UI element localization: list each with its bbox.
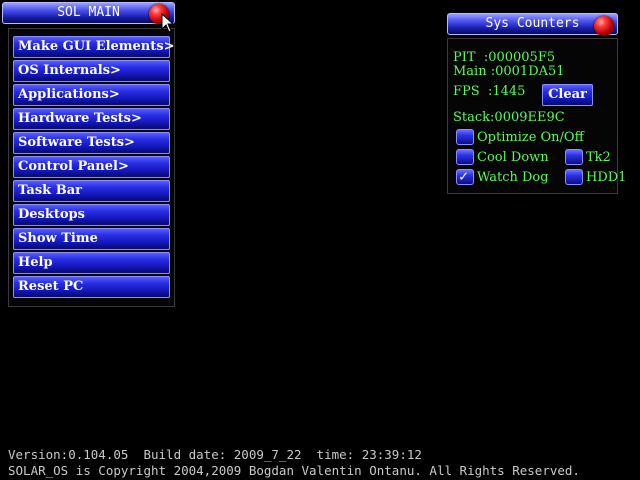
main-counter: Main :0001DA51 [453,64,565,79]
counters-window-title: Sys Counters [485,16,580,31]
menu-item-hardware-tests[interactable]: Hardware Tests> [13,108,170,130]
tk2-label: Tk2 [586,150,611,165]
menu-item-software-tests[interactable]: Software Tests> [13,132,170,154]
stack-counter: Stack:0009EE9C [453,110,565,125]
counters-window-titlebar[interactable]: Sys Counters [447,13,618,35]
clear-button[interactable]: Clear [542,84,593,106]
menu-item-help[interactable]: Help [13,252,170,274]
menu-item-reset-pc[interactable]: Reset PC [13,276,170,298]
cool-down-checkbox[interactable] [456,149,474,165]
menu-item-task-bar[interactable]: Task Bar [13,180,170,202]
copyright-notice: SOLAR_OS is Copyright 2004,2009 Bogdan V… [8,463,580,478]
fps-counter: FPS :1445 [453,84,526,99]
optimize-label: Optimize On/Off [477,130,584,145]
version-info: Version:0.104.05 Build date: 2009_7_22 t… [8,447,422,462]
tk2-checkbox[interactable] [565,149,583,165]
menu-item-os-internals[interactable]: OS Internals> [13,60,170,82]
cool-down-label: Cool Down [477,150,549,165]
optimize-checkbox[interactable] [456,129,474,145]
main-menu-window: Make GUI Elements> OS Internals> Applica… [8,28,175,307]
hdd1-checkbox[interactable] [565,169,583,185]
menu-item-control-panel[interactable]: Control Panel> [13,156,170,178]
counters-window-close-icon[interactable] [594,16,614,36]
main-window-title: SOL MAIN [57,5,120,20]
menu-item-show-time[interactable]: Show Time [13,228,170,250]
hdd1-label: HDD1 [586,170,627,185]
menu-item-applications[interactable]: Applications> [13,84,170,106]
watch-dog-label: Watch Dog [477,170,549,185]
checkmark-icon: ✓ [459,167,469,185]
mouse-pointer-icon [161,13,175,33]
menu-item-make-gui-elements[interactable]: Make GUI Elements> [13,36,174,58]
menu-item-desktops[interactable]: Desktops [13,204,170,226]
watch-dog-checkbox[interactable]: ✓ [456,167,474,185]
